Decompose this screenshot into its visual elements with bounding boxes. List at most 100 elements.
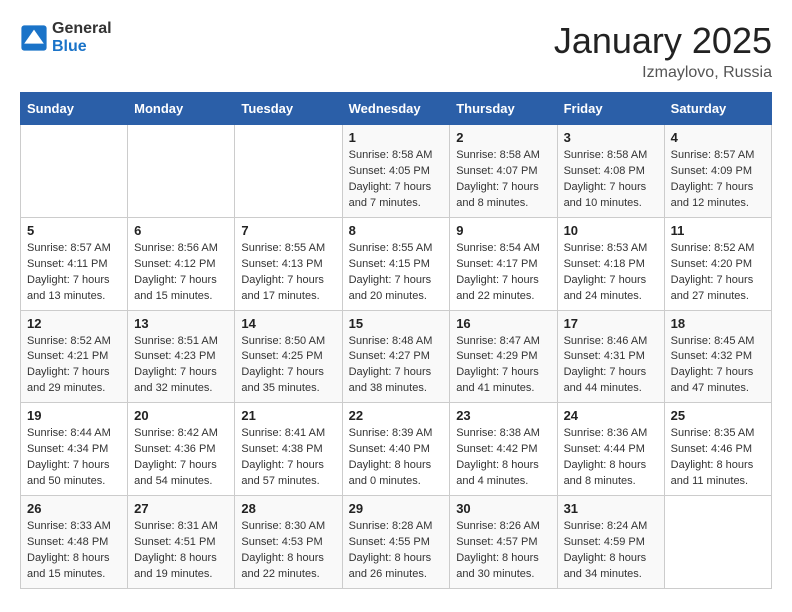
day-info: Sunrise: 8:58 AM Sunset: 4:07 PM Dayligh… <box>456 148 550 212</box>
calendar-cell: 12 Sunrise: 8:52 AM Sunset: 4:21 PM Dayli… <box>21 310 128 403</box>
weekday-header-saturday: Saturday <box>664 93 771 125</box>
calendar-cell <box>235 125 342 218</box>
day-number: 22 <box>349 408 444 423</box>
calendar-cell: 14 Sunrise: 8:50 AM Sunset: 4:25 PM Dayli… <box>235 310 342 403</box>
calendar-cell: 15 Sunrise: 8:48 AM Sunset: 4:27 PM Dayli… <box>342 310 450 403</box>
calendar-week-4: 26 Sunrise: 8:33 AM Sunset: 4:48 PM Dayli… <box>21 496 772 589</box>
day-number: 15 <box>349 316 444 331</box>
calendar-cell: 28 Sunrise: 8:30 AM Sunset: 4:53 PM Dayli… <box>235 496 342 589</box>
calendar-cell: 19 Sunrise: 8:44 AM Sunset: 4:34 PM Dayli… <box>21 403 128 496</box>
day-number: 9 <box>456 223 550 238</box>
day-info: Sunrise: 8:26 AM Sunset: 4:57 PM Dayligh… <box>456 519 550 583</box>
calendar-cell: 20 Sunrise: 8:42 AM Sunset: 4:36 PM Dayli… <box>128 403 235 496</box>
month-title: January 2025 <box>554 20 772 62</box>
calendar-cell: 24 Sunrise: 8:36 AM Sunset: 4:44 PM Dayli… <box>557 403 664 496</box>
day-number: 16 <box>456 316 550 331</box>
day-number: 13 <box>134 316 228 331</box>
day-number: 18 <box>671 316 765 331</box>
day-number: 25 <box>671 408 765 423</box>
day-number: 2 <box>456 130 550 145</box>
calendar-cell: 3Sunrise: 8:58 AM Sunset: 4:08 PM Daylig… <box>557 125 664 218</box>
day-info: Sunrise: 8:52 AM Sunset: 4:21 PM Dayligh… <box>27 334 121 398</box>
logo-icon <box>20 24 48 52</box>
day-number: 14 <box>241 316 335 331</box>
day-info: Sunrise: 8:46 AM Sunset: 4:31 PM Dayligh… <box>564 334 658 398</box>
day-info: Sunrise: 8:44 AM Sunset: 4:34 PM Dayligh… <box>27 426 121 490</box>
day-number: 20 <box>134 408 228 423</box>
calendar-cell: 6Sunrise: 8:56 AM Sunset: 4:12 PM Daylig… <box>128 217 235 310</box>
calendar-cell: 21 Sunrise: 8:41 AM Sunset: 4:38 PM Dayli… <box>235 403 342 496</box>
location: Izmaylovo, Russia <box>554 64 772 82</box>
day-info: Sunrise: 8:58 AM Sunset: 4:08 PM Dayligh… <box>564 148 658 212</box>
day-number: 24 <box>564 408 658 423</box>
day-info: Sunrise: 8:54 AM Sunset: 4:17 PM Dayligh… <box>456 241 550 305</box>
calendar-cell <box>128 125 235 218</box>
day-number: 17 <box>564 316 658 331</box>
day-info: Sunrise: 8:31 AM Sunset: 4:51 PM Dayligh… <box>134 519 228 583</box>
calendar-cell: 16 Sunrise: 8:47 AM Sunset: 4:29 PM Dayli… <box>450 310 557 403</box>
day-number: 23 <box>456 408 550 423</box>
day-number: 8 <box>349 223 444 238</box>
calendar-cell: 29 Sunrise: 8:28 AM Sunset: 4:55 PM Dayli… <box>342 496 450 589</box>
calendar-cell: 31 Sunrise: 8:24 AM Sunset: 4:59 PM Dayli… <box>557 496 664 589</box>
calendar-week-3: 19 Sunrise: 8:44 AM Sunset: 4:34 PM Dayli… <box>21 403 772 496</box>
calendar-cell: 22 Sunrise: 8:39 AM Sunset: 4:40 PM Dayli… <box>342 403 450 496</box>
day-number: 10 <box>564 223 658 238</box>
day-number: 21 <box>241 408 335 423</box>
weekday-header-sunday: Sunday <box>21 93 128 125</box>
day-info: Sunrise: 8:24 AM Sunset: 4:59 PM Dayligh… <box>564 519 658 583</box>
day-info: Sunrise: 8:42 AM Sunset: 4:36 PM Dayligh… <box>134 426 228 490</box>
day-number: 26 <box>27 501 121 516</box>
day-info: Sunrise: 8:57 AM Sunset: 4:11 PM Dayligh… <box>27 241 121 305</box>
day-info: Sunrise: 8:55 AM Sunset: 4:13 PM Dayligh… <box>241 241 335 305</box>
title-block: January 2025 Izmaylovo, Russia <box>554 20 772 82</box>
day-info: Sunrise: 8:52 AM Sunset: 4:20 PM Dayligh… <box>671 241 765 305</box>
day-info: Sunrise: 8:41 AM Sunset: 4:38 PM Dayligh… <box>241 426 335 490</box>
day-info: Sunrise: 8:28 AM Sunset: 4:55 PM Dayligh… <box>349 519 444 583</box>
weekday-header-friday: Friday <box>557 93 664 125</box>
day-number: 7 <box>241 223 335 238</box>
calendar-cell: 26 Sunrise: 8:33 AM Sunset: 4:48 PM Dayli… <box>21 496 128 589</box>
calendar-cell: 4Sunrise: 8:57 AM Sunset: 4:09 PM Daylig… <box>664 125 771 218</box>
day-info: Sunrise: 8:55 AM Sunset: 4:15 PM Dayligh… <box>349 241 444 305</box>
day-number: 31 <box>564 501 658 516</box>
calendar-cell <box>21 125 128 218</box>
calendar-cell <box>664 496 771 589</box>
calendar-week-2: 12 Sunrise: 8:52 AM Sunset: 4:21 PM Dayli… <box>21 310 772 403</box>
calendar-cell: 8 Sunrise: 8:55 AM Sunset: 4:15 PM Daylig… <box>342 217 450 310</box>
calendar-cell: 11 Sunrise: 8:52 AM Sunset: 4:20 PM Dayli… <box>664 217 771 310</box>
day-number: 30 <box>456 501 550 516</box>
calendar-cell: 13Sunrise: 8:51 AM Sunset: 4:23 PM Dayli… <box>128 310 235 403</box>
day-info: Sunrise: 8:35 AM Sunset: 4:46 PM Dayligh… <box>671 426 765 490</box>
calendar-cell: 23Sunrise: 8:38 AM Sunset: 4:42 PM Dayli… <box>450 403 557 496</box>
weekday-header-monday: Monday <box>128 93 235 125</box>
day-info: Sunrise: 8:47 AM Sunset: 4:29 PM Dayligh… <box>456 334 550 398</box>
logo: General Blue <box>20 20 112 56</box>
calendar-cell: 9 Sunrise: 8:54 AM Sunset: 4:17 PM Daylig… <box>450 217 557 310</box>
day-number: 29 <box>349 501 444 516</box>
day-number: 28 <box>241 501 335 516</box>
weekday-header-thursday: Thursday <box>450 93 557 125</box>
day-info: Sunrise: 8:48 AM Sunset: 4:27 PM Dayligh… <box>349 334 444 398</box>
calendar-week-1: 5 Sunrise: 8:57 AM Sunset: 4:11 PM Daylig… <box>21 217 772 310</box>
day-info: Sunrise: 8:36 AM Sunset: 4:44 PM Dayligh… <box>564 426 658 490</box>
calendar-week-0: 1Sunrise: 8:58 AM Sunset: 4:05 PM Daylig… <box>21 125 772 218</box>
day-info: Sunrise: 8:39 AM Sunset: 4:40 PM Dayligh… <box>349 426 444 490</box>
day-number: 11 <box>671 223 765 238</box>
calendar-cell: 10 Sunrise: 8:53 AM Sunset: 4:18 PM Dayli… <box>557 217 664 310</box>
weekday-header-tuesday: Tuesday <box>235 93 342 125</box>
day-number: 1 <box>349 130 444 145</box>
day-number: 5 <box>27 223 121 238</box>
calendar-cell: 17 Sunrise: 8:46 AM Sunset: 4:31 PM Dayli… <box>557 310 664 403</box>
day-info: Sunrise: 8:50 AM Sunset: 4:25 PM Dayligh… <box>241 334 335 398</box>
day-info: Sunrise: 8:30 AM Sunset: 4:53 PM Dayligh… <box>241 519 335 583</box>
day-info: Sunrise: 8:53 AM Sunset: 4:18 PM Dayligh… <box>564 241 658 305</box>
calendar-cell: 5 Sunrise: 8:57 AM Sunset: 4:11 PM Daylig… <box>21 217 128 310</box>
day-number: 12 <box>27 316 121 331</box>
day-number: 27 <box>134 501 228 516</box>
weekday-header-wednesday: Wednesday <box>342 93 450 125</box>
calendar-cell: 27 Sunrise: 8:31 AM Sunset: 4:51 PM Dayli… <box>128 496 235 589</box>
page-header: General Blue January 2025 Izmaylovo, Rus… <box>20 20 772 82</box>
day-info: Sunrise: 8:33 AM Sunset: 4:48 PM Dayligh… <box>27 519 121 583</box>
day-number: 19 <box>27 408 121 423</box>
